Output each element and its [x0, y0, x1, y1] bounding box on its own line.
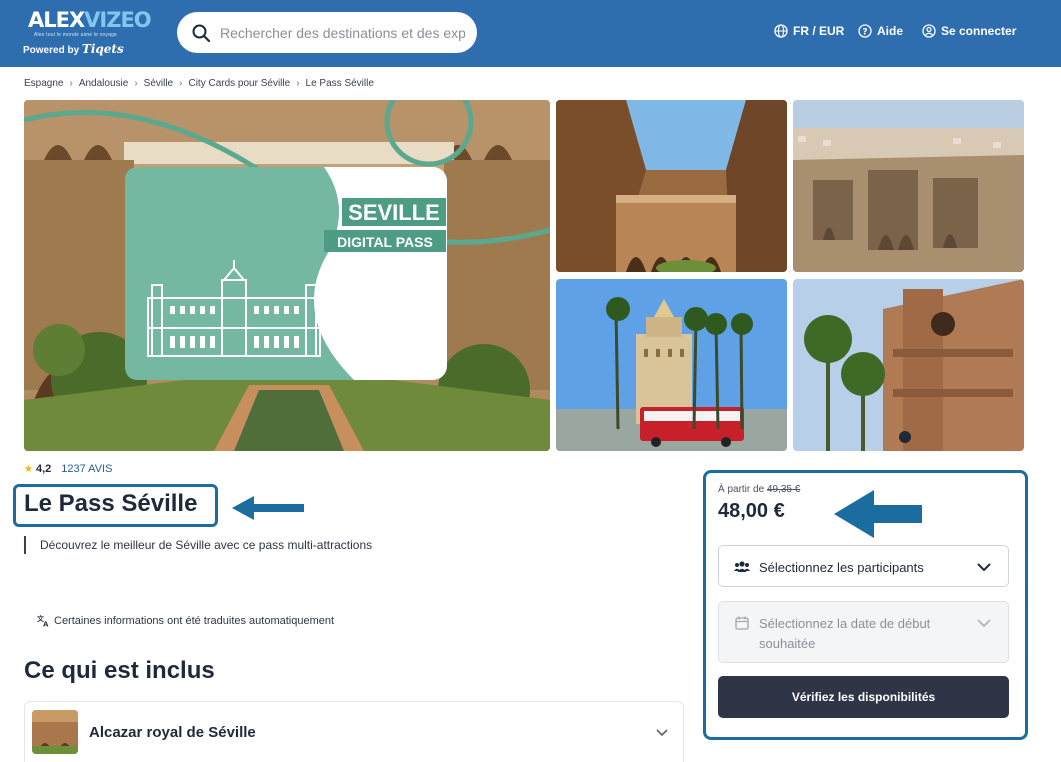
breadcrumb-item-andalousie[interactable]: Andalousie — [79, 78, 128, 89]
site-logo[interactable]: ALEXVIZEO Alex tout le monde aime le voy… — [22, 6, 162, 62]
gallery-thumbnail-3[interactable] — [556, 279, 787, 451]
arrow-left-icon — [232, 496, 304, 520]
powered-by-label: Powered by — [23, 45, 80, 56]
chevron-right-icon: › — [179, 78, 183, 89]
arrow-left-icon — [834, 490, 922, 538]
chevron-down-icon — [977, 563, 991, 572]
search-bar[interactable] — [177, 12, 477, 53]
login-link[interactable]: Se connecter — [922, 24, 1016, 38]
translate-icon: 文 A — [37, 614, 49, 628]
torre-del-oro-photo — [556, 279, 787, 451]
help-label: Aide — [877, 24, 904, 38]
users-icon — [734, 561, 750, 572]
price-from: À partir de 49,35 € — [718, 484, 800, 495]
pass-card-subtitle: DIGITAL PASS — [337, 234, 433, 250]
chevron-down-icon — [977, 619, 991, 628]
top-header: ALEXVIZEO Alex tout le monde aime le voy… — [0, 0, 1061, 67]
current-price: 48,00 € — [718, 500, 785, 522]
breadcrumb: Espagne › Andalousie › Séville › City Ca… — [24, 78, 374, 89]
price-from-label: À partir de — [718, 484, 765, 495]
included-item-thumbnail — [32, 710, 78, 754]
start-date-select[interactable]: Sélectionnez la date de début souhaitée — [718, 601, 1009, 663]
product-rating: ★ 4,2 1237 AVIS — [24, 463, 112, 475]
old-price: 49,35 € — [766, 484, 801, 495]
language-currency-button[interactable]: FR / EUR — [774, 24, 844, 38]
globe-icon — [774, 24, 788, 38]
alcazar-courtyard-photo: SEVILLE DIGITAL PASS — [24, 100, 550, 451]
login-label: Se connecter — [941, 24, 1017, 38]
logo-tagline: Alex tout le monde aime le voyage — [34, 32, 118, 38]
chevron-down-icon — [656, 729, 668, 737]
cathedral-palms-photo — [793, 279, 1024, 451]
product-subtitle: Découvrez le meilleur de Séville avec ce… — [24, 536, 372, 554]
included-section-title: Ce qui est inclus — [24, 657, 215, 684]
breadcrumb-item-seville[interactable]: Séville — [144, 78, 173, 89]
chevron-right-icon: › — [296, 78, 300, 89]
breadcrumb-item-espagne[interactable]: Espagne — [24, 78, 63, 89]
start-date-label: Sélectionnez la date de début souhaitée — [759, 616, 931, 651]
check-availability-button[interactable]: Vérifiez les disponibilités — [718, 676, 1009, 718]
logo-wordmark-accent: VIZEO — [84, 8, 151, 32]
included-item-alcazar[interactable]: Alcazar royal de Séville — [24, 701, 684, 762]
help-icon: ? — [858, 24, 872, 38]
gallery-thumbnail-4[interactable] — [793, 279, 1024, 451]
translation-notice: 文 A Certaines informations ont été tradu… — [37, 614, 334, 627]
logo-wordmark: ALEX — [28, 8, 85, 32]
breadcrumb-item-current: Le Pass Séville — [305, 78, 374, 89]
participants-label: Sélectionnez les participants — [759, 560, 924, 575]
page-title: Le Pass Séville — [24, 490, 198, 517]
breadcrumb-item-city-cards[interactable]: City Cards pour Séville — [188, 78, 290, 89]
star-icon: ★ — [24, 463, 33, 475]
svg-text:A: A — [43, 621, 49, 628]
reviews-link[interactable]: 1237 AVIS — [61, 463, 112, 475]
included-item-label: Alcazar royal de Séville — [89, 724, 256, 741]
chevron-right-icon: › — [134, 78, 138, 89]
gallery-thumbnail-1[interactable] — [556, 100, 787, 272]
rating-score: 4,2 — [35, 463, 52, 475]
chevron-right-icon: › — [69, 78, 73, 89]
search-icon — [192, 24, 211, 43]
search-input[interactable] — [220, 12, 465, 53]
gallery-main-image[interactable]: SEVILLE DIGITAL PASS — [24, 100, 550, 451]
svg-text:?: ? — [862, 28, 867, 38]
translation-notice-text: Certaines informations ont été traduites… — [54, 614, 335, 627]
pass-card-title: SEVILLE — [348, 200, 440, 225]
courtyard-arches-photo — [556, 100, 787, 272]
language-currency-label: FR / EUR — [793, 24, 845, 38]
participants-select[interactable]: Sélectionnez les participants — [718, 545, 1009, 587]
user-icon — [922, 24, 936, 38]
calendar-icon — [735, 616, 749, 630]
gallery-thumbnail-2[interactable] — [793, 100, 1024, 272]
help-link[interactable]: ? Aide — [858, 24, 903, 38]
powered-by-brand: Tiqets — [81, 42, 124, 56]
cathedral-aerial-photo — [793, 100, 1024, 272]
